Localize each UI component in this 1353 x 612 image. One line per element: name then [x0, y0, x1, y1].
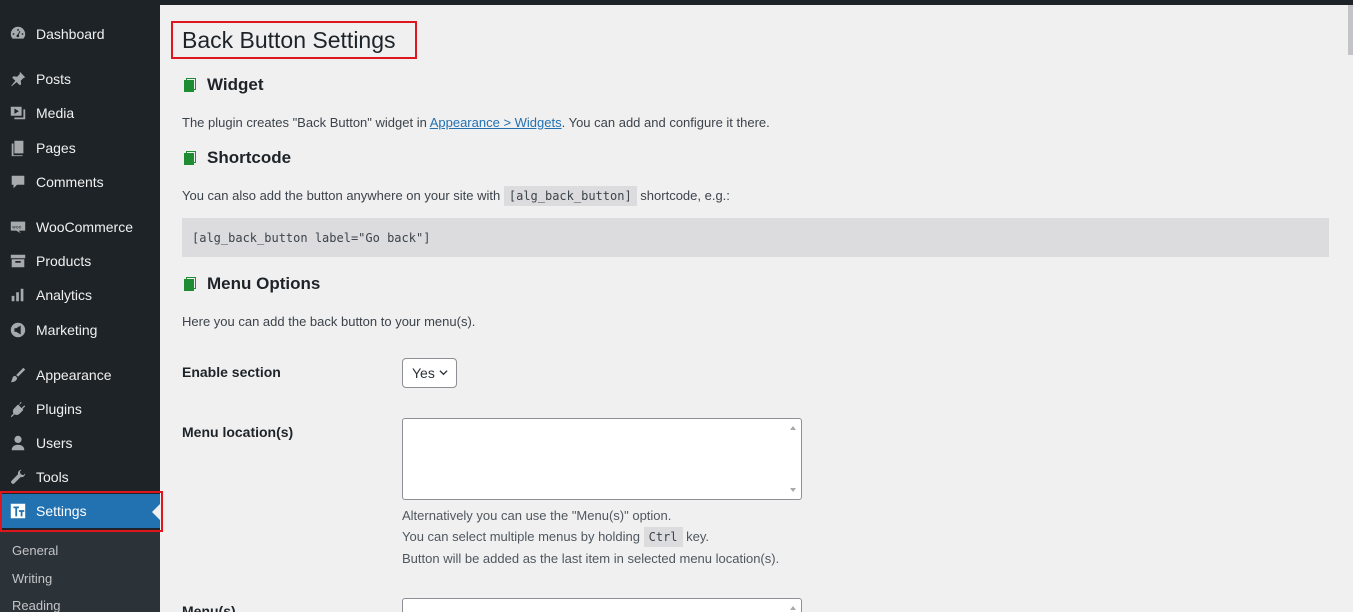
appearance-widgets-link[interactable]: Appearance > Widgets	[430, 115, 562, 130]
sidebar-item-label: Comments	[36, 174, 104, 190]
shortcode-inline-code: [alg_back_button]	[503, 186, 637, 206]
section-heading-shortcode: Shortcode	[182, 148, 291, 168]
book-icon	[182, 77, 198, 93]
help-text-end: key.	[682, 529, 710, 544]
menu-locations-label: Menu location(s)	[182, 424, 294, 440]
menu-locations-help-3: Button will be added as the last item in…	[402, 551, 780, 566]
section-heading-widget: Widget	[182, 75, 264, 95]
sidebar-item-label: Posts	[36, 71, 72, 87]
sidebar-item-analytics[interactable]: Analytics	[0, 278, 160, 312]
help-text: You can select multiple menus by holding	[402, 529, 644, 544]
book-icon	[182, 276, 198, 292]
megaphone-icon	[0, 321, 36, 339]
widget-desc-text: The plugin creates "Back Button" widget …	[182, 115, 430, 130]
plug-icon	[0, 400, 36, 418]
sidebar-item-label: Dashboard	[36, 26, 105, 42]
sidebar-item-label: Media	[36, 105, 75, 121]
submenu-item-writing[interactable]: Writing	[12, 571, 52, 586]
main-content: Back Button Settings Widget The plugin c…	[160, 5, 1353, 612]
section-heading-text: Menu Options	[207, 274, 321, 293]
enable-section-select[interactable]: Yes	[402, 358, 457, 388]
shortcode-example-block: [alg_back_button label="Go back"]	[182, 218, 1329, 257]
sidebar-item-woocommerce[interactable]: woo WooCommerce	[0, 210, 160, 244]
sidebar-item-plugins[interactable]: Plugins	[0, 392, 160, 426]
widget-description: The plugin creates "Back Button" widget …	[182, 115, 770, 130]
section-heading-menu-options: Menu Options	[182, 274, 320, 294]
pin-icon	[0, 70, 36, 88]
sidebar-item-marketing[interactable]: Marketing	[0, 313, 160, 347]
sidebar-item-products[interactable]: Products	[0, 244, 160, 278]
sidebar-item-pages[interactable]: Pages	[0, 131, 160, 165]
section-heading-text: Widget	[207, 75, 264, 94]
sidebar-item-users[interactable]: Users	[0, 426, 160, 460]
bar-chart-icon	[0, 286, 36, 304]
woo-icon: woo	[0, 218, 36, 236]
sidebar-item-label: Appearance	[36, 367, 112, 383]
sidebar-item-label: Users	[36, 435, 73, 451]
svg-text:woo: woo	[12, 225, 21, 230]
menus-multiselect[interactable]	[402, 598, 802, 612]
scroll-down-icon[interactable]	[789, 486, 797, 494]
page-title: Back Button Settings	[182, 27, 396, 53]
sidebar-item-label: Plugins	[36, 401, 82, 417]
shortcode-description: You can also add the button anywhere on …	[182, 186, 730, 206]
sidebar-item-label: Tools	[36, 469, 69, 485]
sidebar-item-label: Analytics	[36, 287, 93, 303]
comment-icon	[0, 173, 36, 191]
shortcode-example: [alg_back_button label="Go back"]	[192, 230, 431, 245]
shortcode-desc-text: You can also add the button anywhere on …	[182, 188, 504, 203]
archive-icon	[0, 252, 36, 270]
section-heading-text: Shortcode	[207, 148, 292, 167]
sidebar-item-settings[interactable]: Settings	[0, 494, 160, 528]
menu-locations-help-2: You can select multiple menus by holding…	[402, 527, 710, 547]
sidebar-item-media[interactable]: Media	[0, 96, 160, 130]
sidebar-item-label: Marketing	[36, 322, 98, 338]
sidebar-item-appearance[interactable]: Appearance	[0, 358, 160, 392]
menu-options-description: Here you can add the back button to your…	[182, 314, 476, 329]
menu-locations-multiselect[interactable]	[402, 418, 802, 500]
settings-icon	[0, 502, 36, 520]
dashboard-icon	[0, 25, 36, 43]
sidebar-item-label: Settings	[36, 503, 87, 519]
user-icon	[0, 434, 36, 452]
sidebar-item-comments[interactable]: Comments	[0, 165, 160, 199]
sidebar-item-label: WooCommerce	[36, 219, 133, 235]
sidebar-item-posts[interactable]: Posts	[0, 62, 160, 96]
brush-icon	[0, 366, 36, 384]
active-indicator	[152, 504, 160, 520]
wrench-icon	[0, 468, 36, 486]
settings-submenu: General Writing Reading	[0, 532, 160, 612]
menu-locations-help-1: Alternatively you can use the "Menu(s)" …	[402, 508, 672, 523]
scroll-up-icon[interactable]	[789, 424, 797, 432]
chevron-down-icon	[439, 370, 448, 376]
media-icon	[0, 104, 36, 122]
sidebar-item-tools[interactable]: Tools	[0, 460, 160, 494]
submenu-item-general[interactable]: General	[12, 543, 58, 558]
enable-section-label: Enable section	[182, 364, 281, 380]
shortcode-desc-text-end: shortcode, e.g.:	[636, 188, 730, 203]
enable-section-value: Yes	[412, 365, 435, 381]
pages-icon	[0, 139, 36, 157]
sidebar-item-label: Products	[36, 253, 92, 269]
page-scrollbar-thumb[interactable]	[1348, 5, 1353, 55]
scroll-up-icon[interactable]	[789, 604, 797, 612]
page-scrollbar-track[interactable]	[1348, 5, 1353, 612]
widget-desc-text-end: . You can add and configure it there.	[561, 115, 770, 130]
ctrl-key-code: Ctrl	[643, 527, 683, 547]
book-icon	[182, 150, 198, 166]
sidebar-item-label: Pages	[36, 140, 76, 156]
sidebar-item-dashboard[interactable]: Dashboard	[0, 17, 160, 51]
admin-sidebar: Dashboard Posts Media Pages Comments woo…	[0, 0, 163, 612]
menus-label: Menu(s)	[182, 603, 236, 612]
submenu-item-reading[interactable]: Reading	[12, 598, 60, 612]
